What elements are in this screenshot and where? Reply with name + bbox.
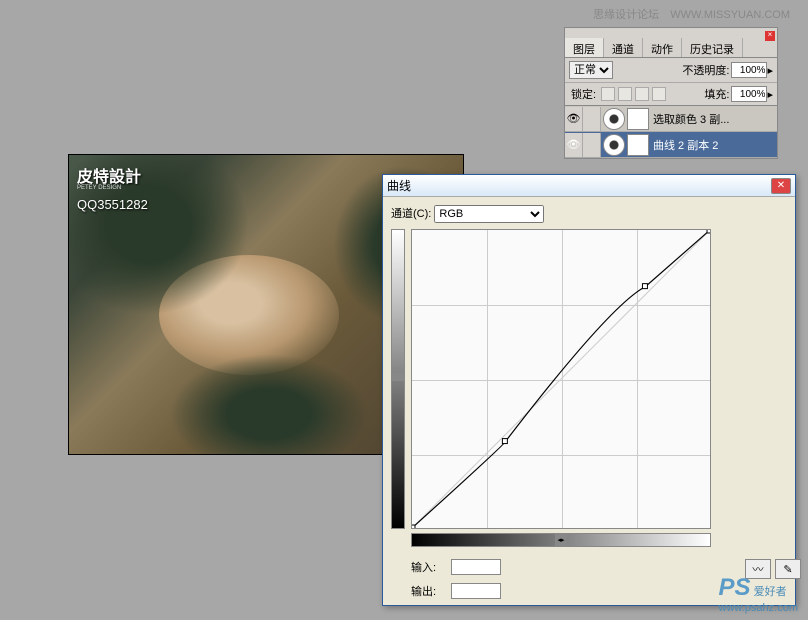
fill-input[interactable]: [731, 86, 767, 102]
tab-history[interactable]: 历史记录: [682, 38, 743, 57]
horizontal-gradient[interactable]: ◂▸: [411, 533, 711, 547]
curves-dialog: 曲线 ✕ 通道(C): RGB: [382, 174, 796, 606]
channel-label: 通道(C):: [391, 208, 431, 220]
watermark-site: 思缘设计论坛: [593, 9, 659, 21]
tab-channels[interactable]: 通道: [604, 38, 643, 57]
lock-pixels-icon[interactable]: [618, 87, 632, 101]
photo-subtitle: PETEY DESIGN: [77, 185, 121, 191]
watermark-url: WWW.MISSYUAN.COM: [670, 9, 790, 21]
input-value[interactable]: [451, 559, 501, 575]
layer-row[interactable]: 👁 曲线 2 副本 2: [565, 132, 777, 158]
close-icon[interactable]: ✕: [771, 178, 791, 194]
ps-url: www.psahz.com: [719, 602, 798, 614]
layer-name: 曲线 2 副本 2: [653, 137, 777, 153]
page-watermark-bottom: PS 爱好者 www.psahz.com: [719, 574, 798, 614]
blend-mode-select[interactable]: 正常: [569, 61, 613, 79]
page-watermark-top: 思缘设计论坛 WWW.MISSYUAN.COM: [593, 6, 798, 22]
tab-actions[interactable]: 动作: [643, 38, 682, 57]
lock-label: 锁定:: [571, 86, 596, 102]
input-label: 输入:: [411, 559, 451, 575]
adjustment-icon: [603, 134, 625, 156]
photo-title: 皮特設計: [77, 163, 141, 187]
lock-position-icon[interactable]: [635, 87, 649, 101]
visibility-icon[interactable]: 👁: [565, 133, 583, 157]
layers-panel: × 图层 通道 动作 历史记录 正常 不透明度: ▸ 锁定: 填充: ▸ 👁 选…: [564, 27, 778, 159]
mask-thumbnail: [627, 134, 649, 156]
curves-graph[interactable]: [411, 229, 711, 529]
close-icon[interactable]: ×: [765, 31, 775, 41]
adjustment-icon: [603, 108, 625, 130]
fill-label: 填充:: [704, 86, 729, 102]
opacity-arrow-icon[interactable]: ▸: [767, 64, 773, 77]
fill-arrow-icon[interactable]: ▸: [767, 88, 773, 101]
panel-tabs: 图层 通道 动作 历史记录: [565, 38, 777, 58]
dialog-title: 曲线: [387, 177, 771, 194]
vertical-gradient[interactable]: [391, 229, 405, 529]
tab-layers[interactable]: 图层: [565, 38, 604, 57]
output-label: 输出:: [411, 583, 451, 599]
channel-select[interactable]: RGB: [434, 205, 544, 223]
lock-transparency-icon[interactable]: [601, 87, 615, 101]
opacity-label: 不透明度:: [682, 62, 729, 78]
output-value[interactable]: [451, 583, 501, 599]
photo-qq: QQ3551282: [77, 197, 148, 212]
link-column[interactable]: [583, 133, 601, 157]
ps-logo: PS: [719, 574, 751, 601]
lock-all-icon[interactable]: [652, 87, 666, 101]
dialog-titlebar[interactable]: 曲线 ✕: [383, 175, 795, 197]
layer-name: 选取颜色 3 副...: [653, 111, 777, 127]
ps-text: 爱好者: [754, 586, 787, 598]
layer-row[interactable]: 👁 选取颜色 3 副...: [565, 106, 777, 132]
opacity-input[interactable]: [731, 62, 767, 78]
layer-list: 👁 选取颜色 3 副... 👁 曲线 2 副本 2: [565, 106, 777, 158]
mask-thumbnail: [627, 108, 649, 130]
visibility-icon[interactable]: 👁: [565, 107, 583, 131]
link-column[interactable]: [583, 107, 601, 131]
